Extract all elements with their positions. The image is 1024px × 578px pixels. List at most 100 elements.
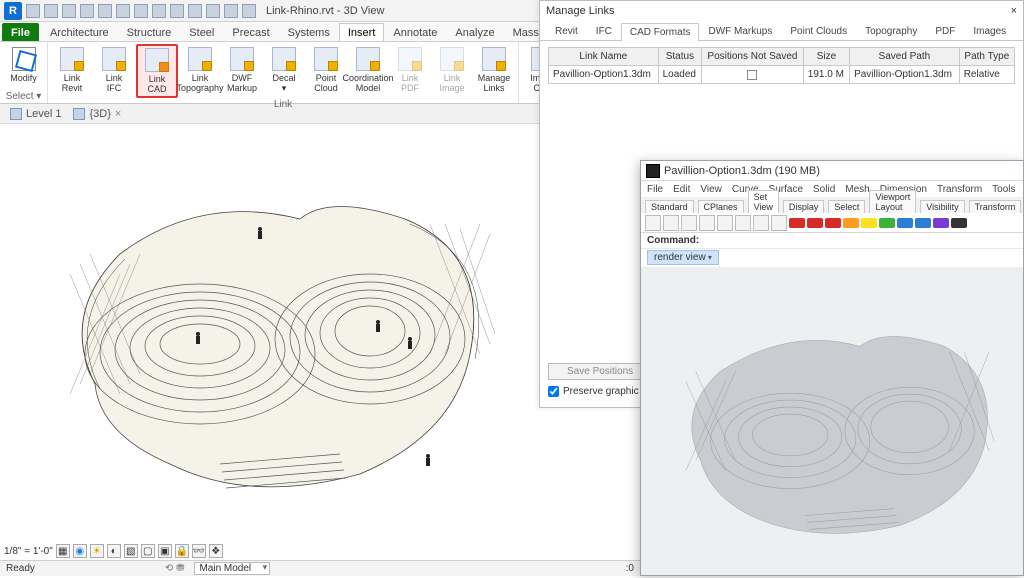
main-model-combo[interactable]: Main Model bbox=[194, 562, 270, 575]
qat-undo-icon[interactable] bbox=[62, 4, 76, 18]
ml-tab-images[interactable]: Images bbox=[964, 22, 1015, 40]
link-coordination-model-button[interactable]: CoordinationModel bbox=[348, 44, 388, 98]
rhino-tbtab-viewport-layout[interactable]: Viewport Layout bbox=[869, 190, 916, 213]
ml-tab-cad-formats[interactable]: CAD Formats bbox=[621, 23, 700, 41]
rhino-tool-icon[interactable] bbox=[753, 215, 769, 231]
scale-label[interactable]: 1/8" = 1'-0" bbox=[4, 546, 53, 557]
checkbox-icon[interactable] bbox=[548, 386, 559, 397]
qat-print-icon[interactable] bbox=[98, 4, 112, 18]
rhino-view-car-icon[interactable] bbox=[807, 218, 823, 228]
crop-icon[interactable]: ▢ bbox=[141, 544, 155, 558]
rhino-view-car-icon[interactable] bbox=[897, 218, 913, 228]
ml-tab-ifc[interactable]: IFC bbox=[587, 22, 621, 40]
link-link-pdf-button[interactable]: LinkPDF bbox=[390, 44, 430, 98]
qat-redo-icon[interactable] bbox=[80, 4, 94, 18]
rhino-menu-edit[interactable]: Edit bbox=[673, 184, 690, 195]
view-tab-3d[interactable]: {3D} × bbox=[73, 108, 121, 120]
ml-tab-revit[interactable]: Revit bbox=[546, 22, 587, 40]
rhino-tbtab-select[interactable]: Select bbox=[828, 200, 865, 213]
col-status[interactable]: Status bbox=[658, 48, 701, 66]
ribbon-tab-annotate[interactable]: Annotate bbox=[384, 23, 446, 41]
close-icon[interactable]: × bbox=[1011, 5, 1017, 17]
qat-more-icon[interactable] bbox=[242, 4, 256, 18]
rhino-tool-icon[interactable] bbox=[717, 215, 733, 231]
rhino-tool-icon[interactable] bbox=[735, 215, 751, 231]
qat-measure-icon[interactable] bbox=[116, 4, 130, 18]
rhino-viewport[interactable] bbox=[641, 267, 1023, 575]
temp-hide-icon[interactable]: 👓 bbox=[192, 544, 206, 558]
col-saved-path[interactable]: Saved Path bbox=[850, 48, 960, 66]
qat-close-icon[interactable] bbox=[206, 4, 220, 18]
rhino-tool-icon[interactable] bbox=[699, 215, 715, 231]
rhino-view-car-icon[interactable] bbox=[951, 218, 967, 228]
crop-visible-icon[interactable]: ▣ bbox=[158, 544, 172, 558]
rhino-tool-icon[interactable] bbox=[663, 215, 679, 231]
ribbon-tab-architecture[interactable]: Architecture bbox=[41, 23, 118, 41]
rhino-view-car-icon[interactable] bbox=[915, 218, 931, 228]
ml-tab-point-clouds[interactable]: Point Clouds bbox=[781, 22, 856, 40]
rhino-view-car-icon[interactable] bbox=[825, 218, 841, 228]
cell-pos[interactable] bbox=[702, 66, 804, 84]
ml-tab-dwf-markups[interactable]: DWF Markups bbox=[699, 22, 781, 40]
rhino-view-car-icon[interactable] bbox=[861, 218, 877, 228]
col-size[interactable]: Size bbox=[803, 48, 849, 66]
rhino-view-car-icon[interactable] bbox=[843, 218, 859, 228]
checkbox-icon[interactable] bbox=[747, 70, 757, 80]
qat-align-icon[interactable] bbox=[134, 4, 148, 18]
ribbon-tab-precast[interactable]: Precast bbox=[223, 23, 278, 41]
qat-save-icon[interactable] bbox=[44, 4, 58, 18]
link-link-image-button[interactable]: LinkImage bbox=[432, 44, 472, 98]
ml-tab-pdf[interactable]: PDF bbox=[926, 22, 964, 40]
qat-thin-icon[interactable] bbox=[188, 4, 202, 18]
rhino-view-car-icon[interactable] bbox=[879, 218, 895, 228]
rhino-tbtab-set-view[interactable]: Set View bbox=[748, 190, 779, 213]
link-link-revit-button[interactable]: LinkRevit bbox=[52, 44, 92, 98]
rhino-tbtab-cplanes[interactable]: CPlanes bbox=[698, 200, 744, 213]
rhino-menu-file[interactable]: File bbox=[647, 184, 663, 195]
rhino-view-car-icon[interactable] bbox=[933, 218, 949, 228]
lock-icon[interactable]: 🔒 bbox=[175, 544, 189, 558]
rhino-menu-solid[interactable]: Solid bbox=[813, 184, 835, 195]
detail-level-icon[interactable]: ▦ bbox=[56, 544, 70, 558]
rhino-tbtab-standard[interactable]: Standard bbox=[645, 200, 694, 213]
qat-switch-icon[interactable] bbox=[224, 4, 238, 18]
rhino-tool-icon[interactable] bbox=[771, 215, 787, 231]
ribbon-tab-structure[interactable]: Structure bbox=[118, 23, 181, 41]
rhino-tbtab-transform[interactable]: Transform bbox=[969, 200, 1022, 213]
rhino-tool-icon[interactable] bbox=[645, 215, 661, 231]
status-icons[interactable]: ⟲ ⛃ bbox=[165, 563, 185, 574]
command-prompt[interactable]: Command: bbox=[641, 233, 1023, 249]
ribbon-tab-steel[interactable]: Steel bbox=[180, 23, 223, 41]
rhino-tbtab-visibility[interactable]: Visibility bbox=[920, 200, 964, 213]
rhino-tool-icon[interactable] bbox=[681, 215, 697, 231]
rhino-menu-tools[interactable]: Tools bbox=[992, 184, 1015, 195]
rhino-menu-mesh[interactable]: Mesh bbox=[845, 184, 869, 195]
rhino-menu-transform[interactable]: Transform bbox=[937, 184, 982, 195]
render-view-tag[interactable]: render view bbox=[647, 250, 719, 265]
view-tab-level1[interactable]: Level 1 bbox=[10, 108, 61, 120]
ribbon-tab-file[interactable]: File bbox=[2, 23, 39, 41]
ml-tab-topography[interactable]: Topography bbox=[856, 22, 926, 40]
table-row[interactable]: Pavillion-Option1.3dmLoaded191.0 MPavill… bbox=[549, 66, 1015, 84]
col-path-type[interactable]: Path Type bbox=[959, 48, 1014, 66]
render-icon[interactable]: ▧ bbox=[124, 544, 138, 558]
rhino-menu-view[interactable]: View bbox=[700, 184, 722, 195]
link-link-cad-button[interactable]: LinkCAD bbox=[136, 44, 178, 98]
ribbon-tab-insert[interactable]: Insert bbox=[339, 23, 385, 41]
qat-section-icon[interactable] bbox=[170, 4, 184, 18]
modify-button[interactable]: Modify bbox=[4, 44, 43, 90]
rhino-tbtab-display[interactable]: Display bbox=[783, 200, 825, 213]
link-link-topography-button[interactable]: LinkTopography bbox=[180, 44, 220, 98]
sun-path-icon[interactable]: ☀ bbox=[90, 544, 104, 558]
link-link-ifc-button[interactable]: LinkIFC bbox=[94, 44, 134, 98]
close-icon[interactable]: × bbox=[115, 108, 121, 120]
link-decal--button[interactable]: Decal▾ bbox=[264, 44, 304, 98]
ribbon-tab-analyze[interactable]: Analyze bbox=[446, 23, 503, 41]
ribbon-tab-systems[interactable]: Systems bbox=[279, 23, 339, 41]
col-positions-not-saved[interactable]: Positions Not Saved bbox=[702, 48, 804, 66]
reveal-icon[interactable]: ❖ bbox=[209, 544, 223, 558]
rhino-titlebar[interactable]: Pavillion-Option1.3dm (190 MB) bbox=[641, 161, 1023, 181]
qat-sync-icon[interactable] bbox=[152, 4, 166, 18]
viewport-3d[interactable] bbox=[0, 124, 545, 538]
visual-style-icon[interactable]: ◉ bbox=[73, 544, 87, 558]
